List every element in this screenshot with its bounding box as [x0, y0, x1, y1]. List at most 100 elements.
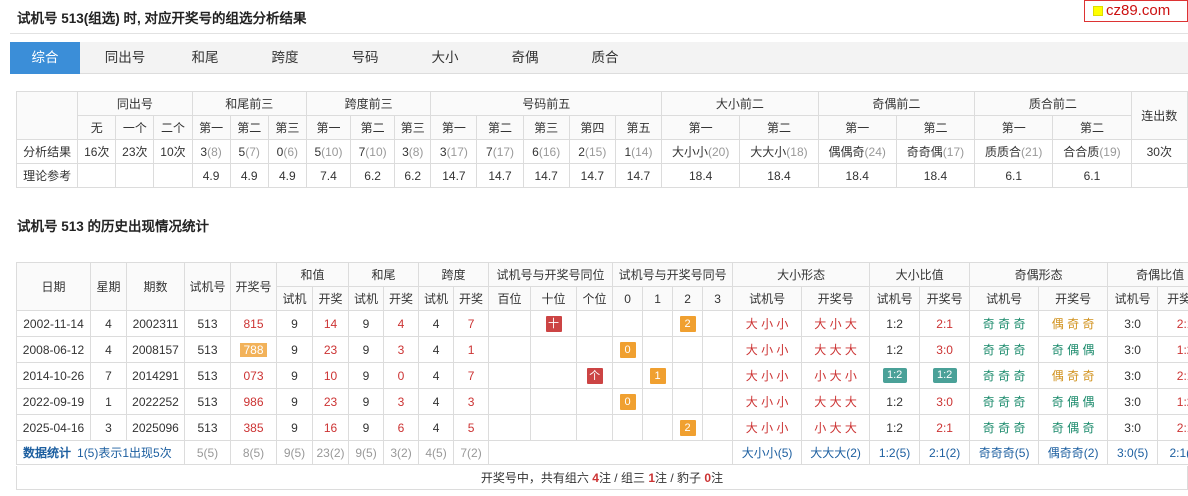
tab-same-numbers[interactable]: 同出号 [90, 42, 160, 74]
analysis-group-header-row: 同出号 和尾前三 跨度前三 号码前五 大小前二 奇偶前二 质合前二 连出数 [15, 91, 1188, 140]
stats-cell: 2:1(2) [919, 440, 971, 465]
sub-header: 第四 [568, 115, 616, 140]
sub-header: 百位 [488, 286, 532, 311]
sub-header: 第二 [739, 115, 819, 140]
parity-ratio-test-cell: 3:0 [1107, 310, 1159, 337]
sub-header: 十位 [530, 286, 578, 311]
same-position-cell [530, 388, 578, 415]
sum-test-cell: 9 [276, 362, 313, 389]
sub-header: 试机号 [732, 286, 803, 311]
analysis-section-title: 试机号 513(组选) 时, 对应开奖号的组选分析结果 [10, 4, 1188, 34]
size-ratio-test-cell: 1:2 [869, 362, 921, 389]
col-size-ratio: 大小比值 [869, 262, 971, 287]
stats-cell: 1:2(5) [869, 440, 921, 465]
span-draw-cell: 7 [453, 310, 490, 337]
result-cell: 合合质(19) [1052, 139, 1132, 164]
same-position-cell [530, 336, 578, 363]
position-marker: 十 [545, 315, 562, 332]
sub-header: 第五 [614, 115, 663, 140]
sub-header: 第二 [476, 115, 524, 140]
parity-form-test-cell: 奇 奇 奇 [969, 388, 1040, 415]
reference-cell: 6.2 [350, 163, 396, 188]
weekday-cell: 4 [90, 310, 127, 337]
history-row: 2025-04-16 3 2025096 513 385 9 16 9 6 4 5 2 大 小 小小 大… [16, 414, 1188, 441]
issue-cell: 2002311 [126, 310, 185, 337]
tail-test-cell: 9 [348, 310, 385, 337]
size-form-draw-cell: 大 大 大 [801, 388, 871, 415]
site-logo[interactable]: cz89.com [1084, 0, 1188, 22]
row-label: 分析结果 [15, 139, 79, 164]
stats-cell: 9(5) [348, 440, 385, 465]
stats-cell: 奇奇奇(5) [969, 440, 1040, 465]
tail-draw-cell: 3 [383, 336, 420, 363]
col-issue: 期数 [126, 262, 185, 311]
test-number-cell: 513 [184, 362, 231, 389]
stats-label[interactable]: 数据统计 [23, 446, 71, 460]
same-number-marker: 0 [619, 341, 636, 358]
history-row: 2002-11-14 4 2002311 513 815 9 14 9 4 4 7 十 2 大 小 小大 … [16, 310, 1188, 337]
result-cell: 5(7) [229, 139, 269, 164]
tab-span[interactable]: 跨度 [250, 42, 320, 74]
reference-cell: 14.7 [522, 163, 570, 188]
same-number-marker: 0 [619, 393, 636, 410]
col-same-position: 试机号与开奖号同位 [488, 262, 614, 287]
history-section-title: 试机号 513 的历史出现情况统计 [10, 212, 1188, 242]
weekday-cell: 4 [90, 336, 127, 363]
span-draw-cell: 1 [453, 336, 490, 363]
result-cell: 2(15) [568, 139, 616, 164]
reference-cell: 18.4 [895, 163, 976, 188]
same-number-cell [702, 414, 734, 441]
sub-header: 开奖号 [919, 286, 971, 311]
col-test: 试机号 [184, 262, 231, 311]
test-number-cell: 513 [184, 414, 231, 441]
size-form-test-cell: 大 小 小 [732, 414, 803, 441]
group-header: 奇偶前二 [817, 91, 976, 116]
tab-parity[interactable]: 奇偶 [490, 42, 560, 74]
tail-draw-cell: 0 [383, 362, 420, 389]
sub-header: 第二 [1052, 115, 1132, 140]
sub-header: 第二 [350, 115, 396, 140]
test-number-cell: 513 [184, 336, 231, 363]
analysis-reference-row: 理论参考 4.9 4.9 4.9 7.4 6.2 6.2 14.7 14.7 14.7 14.7 1… [15, 163, 1188, 188]
stats-cell: 2:1(3) [1157, 440, 1188, 465]
col-size-form: 大小形态 [732, 262, 871, 287]
size-ratio-draw-cell: 2:1 [919, 414, 971, 441]
same-number-cell [702, 310, 734, 337]
same-number-cell [672, 388, 704, 415]
result-cell: 16次 [77, 139, 117, 164]
sub-header: 第一 [974, 115, 1054, 140]
stats-cell: 3(2) [383, 440, 420, 465]
sum-draw-cell: 23 [311, 388, 350, 415]
sub-header: 无 [77, 115, 117, 140]
tab-size[interactable]: 大小 [410, 42, 480, 74]
tab-sum-tail[interactable]: 和尾 [170, 42, 240, 74]
same-position-cell [488, 310, 532, 337]
result-cell: 1(14) [614, 139, 663, 164]
tail-draw-cell: 4 [383, 310, 420, 337]
size-form-test-cell: 大 小 小 [732, 336, 803, 363]
tab-overview[interactable]: 综合 [10, 42, 80, 74]
sub-header: 第一 [661, 115, 741, 140]
size-ratio-draw-cell: 2:1 [919, 310, 971, 337]
date-cell: 2002-11-14 [16, 310, 91, 337]
stats-cell: 9(5) [276, 440, 313, 465]
reference-cell: 18.4 [739, 163, 819, 188]
summary-footer: 开奖号中，共有组六 4注 / 组三 1注 / 豹子 0注 [16, 466, 1188, 490]
sum-test-cell: 9 [276, 310, 313, 337]
tab-prime[interactable]: 质合 [570, 42, 640, 74]
sub-header: 开奖号 [801, 286, 871, 311]
span-test-cell: 4 [418, 414, 455, 441]
sub-header: 一个 [115, 115, 155, 140]
result-cell: 3(8) [394, 139, 432, 164]
result-cell: 5(10) [305, 139, 352, 164]
sub-header: 开奖号 [1038, 286, 1109, 311]
tab-number[interactable]: 号码 [330, 42, 400, 74]
col-weekday: 星期 [90, 262, 127, 311]
col-date: 日期 [16, 262, 91, 311]
parity-form-draw-cell: 奇 偶 偶 [1038, 388, 1109, 415]
reference-cell [115, 163, 155, 188]
result-cell: 23次 [115, 139, 155, 164]
sub-header: 试机号 [869, 286, 921, 311]
parity-ratio-draw-cell: 1:2 [1157, 336, 1188, 363]
sum-test-cell: 9 [276, 336, 313, 363]
